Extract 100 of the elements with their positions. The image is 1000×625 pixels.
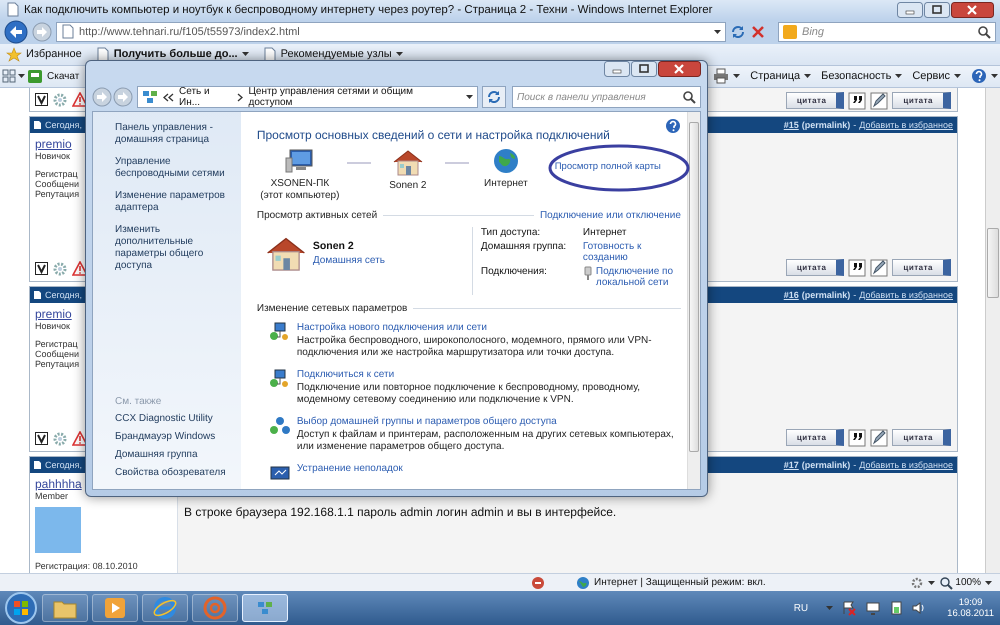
battery-icon[interactable] [889,600,904,616]
checkmark-box-icon[interactable] [35,93,48,106]
breadcrumb-item[interactable]: Сеть и Ин... [179,86,232,108]
refresh-button[interactable] [482,86,506,108]
close-button[interactable] [658,61,701,77]
sidebar-link[interactable]: Брандмауэр Windows [115,431,233,443]
favorites-link[interactable]: Рекомендуемые узлы [262,46,403,62]
stop-icon[interactable] [750,24,766,40]
post-number-link[interactable]: #17 [784,460,799,470]
edit-icon[interactable] [870,258,888,277]
sidebar-link[interactable]: Свойства обозревателя [115,467,233,479]
full-map-link[interactable]: Просмотр полной карты [554,161,661,172]
edit-icon[interactable] [870,92,888,110]
quote-icon[interactable] [848,258,866,277]
maximize-button[interactable] [924,2,950,18]
speaker-icon[interactable] [911,600,926,616]
quote-button[interactable]: цитата [892,92,951,110]
quote-button[interactable]: цитата [786,92,844,110]
language-indicator[interactable]: RU [794,602,808,614]
close-button[interactable] [951,2,994,18]
clock-time[interactable]: 19:09 [958,597,982,608]
connect-disconnect-link[interactable]: Подключение или отключение [540,210,681,221]
sidebar-link[interactable]: Изменить дополнительные параметры общего доступа [115,224,233,272]
menu-button[interactable]: Безопасность [821,70,902,82]
checkmark-box-icon[interactable] [35,432,48,446]
separator-text: - [853,120,856,130]
quote-icon[interactable] [848,92,866,110]
task-link[interactable]: Настройка нового подключения или сети [296,322,677,333]
favorites-button[interactable]: Избранное [6,46,82,62]
username-link[interactable]: pahhhha [35,476,82,491]
quote-button[interactable]: цитата [786,259,844,276]
address-field[interactable]: http://www.tehnari.ru/f105/t55973/index2.html [56,22,726,42]
refresh-icon[interactable] [486,89,502,105]
sidebar-link[interactable]: Управление беспроводными сетями [115,156,233,180]
forward-button-icon[interactable] [113,87,133,107]
scrollbar-thumb[interactable] [688,122,699,452]
favorites-link[interactable]: Получить больше до... [96,46,249,62]
menu-button[interactable]: Сервис [912,70,961,82]
username-link[interactable]: premio [35,136,72,151]
help-button[interactable] [971,68,998,84]
grid-icon[interactable] [2,69,16,84]
property-link[interactable]: Готовность к созданию [582,241,681,263]
quote-button[interactable]: цитата [786,429,844,446]
breadcrumb-item[interactable]: Центр управления сетями и общим доступом [248,86,456,108]
permalink-link[interactable]: (permalink) [802,120,850,130]
minimize-button[interactable] [897,2,923,18]
sidebar-link[interactable]: CCX Diagnostic Utility [115,413,233,425]
refresh-icon[interactable] [730,24,746,40]
add-to-favorites-link[interactable]: Добавить в избранное [859,290,953,300]
checkmark-box-icon[interactable] [35,262,48,276]
menu-button[interactable]: Страница [750,70,812,82]
add-to-favorites-link[interactable]: Добавить в избранное [859,460,953,470]
search-field[interactable]: Bing [778,22,996,42]
zoom-level-button[interactable]: 100% [939,576,981,590]
back-button-icon[interactable] [4,20,28,44]
search-engine-logo [783,24,797,39]
see-also-heading: См. также [115,396,162,407]
quote-button[interactable]: цитата [892,259,951,276]
flag-icon[interactable] [841,600,858,616]
search-icon[interactable] [682,90,696,104]
toolbar-button[interactable]: Скачат [27,68,80,84]
search-field[interactable]: Поиск в панели управления [512,86,701,108]
help-icon[interactable] [664,118,681,134]
post-number-link[interactable]: #15 [784,120,799,130]
username-link[interactable]: premio [35,306,72,321]
sidebar-link[interactable]: Изменение параметров адаптера [115,190,233,214]
blocked-icon[interactable] [530,574,546,591]
minimize-button[interactable] [604,61,630,77]
breadcrumb-bar[interactable]: Сеть и Ин... Центр управления сетями и общим доступом [137,86,478,108]
start-button[interactable] [4,591,38,625]
zoom-icon[interactable] [939,576,954,590]
add-to-favorites-link[interactable]: Добавить в избранное [859,120,953,130]
edit-icon[interactable] [870,428,888,447]
forward-button-icon[interactable] [32,22,52,42]
permalink-link[interactable]: (permalink) [802,460,850,470]
property-link[interactable]: Подключение по локальной сети [596,266,681,288]
taskbar-button[interactable] [242,594,288,622]
maximize-button[interactable] [631,61,657,77]
network-type-link[interactable]: Домашняя сеть [312,255,385,266]
download-icon[interactable] [27,68,43,84]
post-number-link[interactable]: #16 [784,290,799,300]
permalink-link[interactable]: (permalink) [802,290,850,300]
quote-icon[interactable] [848,428,866,447]
print-button[interactable] [713,68,740,84]
task-link[interactable]: Устранение неполадок [296,463,677,474]
gear-icon[interactable] [910,576,924,590]
task-link[interactable]: Выбор домашней группы и параметров общего доступа [296,416,677,427]
scrollbar-thumb[interactable] [987,228,999,298]
sidebar-link[interactable]: Панель управления - домашняя страница [115,122,233,146]
monitor-icon[interactable] [865,600,882,616]
clock-date[interactable]: 16.08.2011 [947,608,994,619]
quote-button[interactable]: цитата [892,429,951,446]
task-link[interactable]: Подключиться к сети [296,369,677,380]
search-icon[interactable] [977,24,991,39]
sidebar-link[interactable]: Домашняя группа [115,449,233,461]
question-icon[interactable] [971,68,987,84]
double-chevron-icon[interactable] [163,92,174,102]
scrollbar[interactable] [985,88,1000,574]
printer-icon[interactable] [713,68,730,84]
scrollbar[interactable] [686,112,700,489]
